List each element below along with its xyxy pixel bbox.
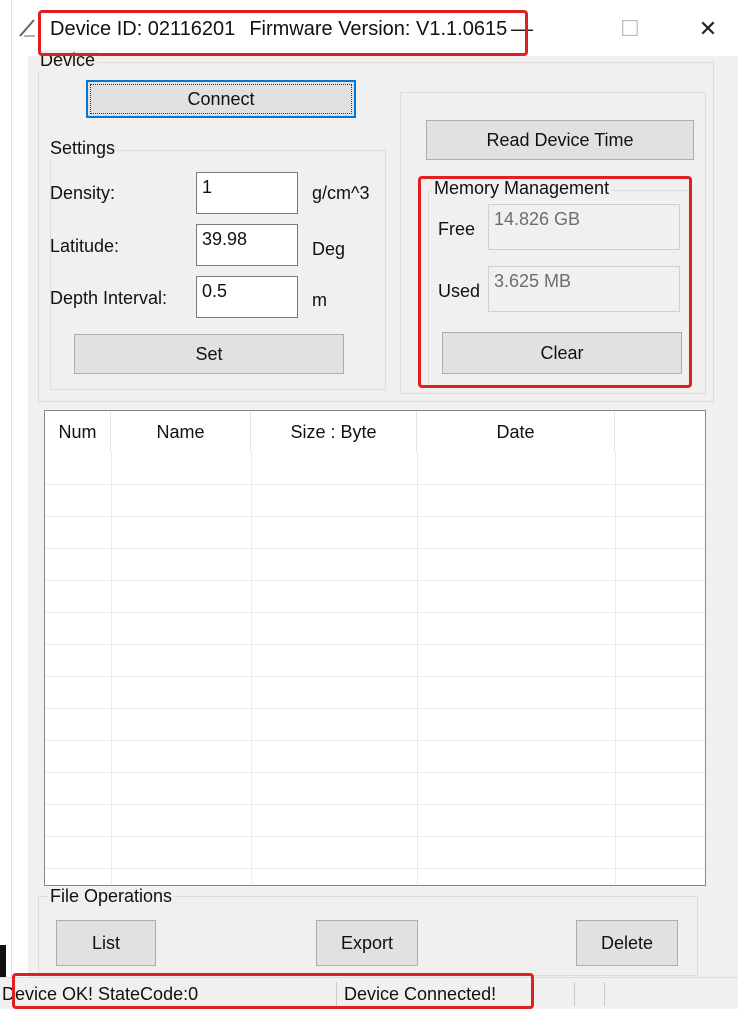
device-group-label: Device xyxy=(38,50,98,71)
table-row[interactable] xyxy=(45,613,705,645)
status-divider xyxy=(336,982,337,1006)
status-divider xyxy=(574,982,575,1006)
table-row[interactable] xyxy=(45,453,705,485)
read-device-time-button[interactable]: Read Device Time xyxy=(426,120,694,160)
density-input[interactable]: 1 xyxy=(196,172,298,214)
settings-group-label: Settings xyxy=(48,138,118,159)
depth-interval-label: Depth Interval: xyxy=(50,288,168,308)
status-divider xyxy=(604,982,605,1006)
export-button[interactable]: Export xyxy=(316,920,418,966)
file-list-header: Num Name Size : Byte Date xyxy=(45,411,705,453)
clear-memory-button[interactable]: Clear xyxy=(442,332,682,374)
latitude-label: Latitude: xyxy=(50,236,120,256)
free-space-field: 14.826 GB xyxy=(488,204,680,250)
file-operations-label: File Operations xyxy=(48,886,175,907)
memory-management-label: Memory Management xyxy=(432,178,612,199)
used-label: Used xyxy=(438,281,481,301)
table-row[interactable] xyxy=(45,709,705,741)
column-header-size[interactable]: Size : Byte xyxy=(251,411,417,453)
list-button[interactable]: List xyxy=(56,920,156,966)
status-bar: Device OK! StateCode:0 Device Connected! xyxy=(0,977,738,1009)
table-row[interactable] xyxy=(45,645,705,677)
column-header-name[interactable]: Name xyxy=(111,411,251,453)
title-device-id: Device ID: 02116201 xyxy=(50,18,236,40)
depth-interval-unit: m xyxy=(312,290,327,310)
connect-button[interactable]: Connect xyxy=(86,80,356,118)
file-list[interactable]: Num Name Size : Byte Date xyxy=(44,410,706,886)
minimize-button[interactable]: — xyxy=(502,14,542,44)
set-button[interactable]: Set xyxy=(74,334,344,374)
app-icon xyxy=(19,19,35,37)
background-window-edge xyxy=(0,0,12,1009)
depth-interval-input[interactable]: 0.5 xyxy=(196,276,298,318)
density-label: Density: xyxy=(50,183,116,203)
delete-button[interactable]: Delete xyxy=(576,920,678,966)
table-row[interactable] xyxy=(45,677,705,709)
status-state-code: Device OK! StateCode:0 xyxy=(2,984,199,1004)
free-label: Free xyxy=(438,219,476,239)
table-row[interactable] xyxy=(45,581,705,613)
used-space-field: 3.625 MB xyxy=(488,266,680,312)
maximize-button[interactable]: ☐ xyxy=(610,14,650,44)
table-row[interactable] xyxy=(45,741,705,773)
close-button[interactable]: ✕ xyxy=(688,14,728,44)
table-row[interactable] xyxy=(45,837,705,869)
status-connection: Device Connected! xyxy=(344,984,497,1004)
main-window-client: Device Connect Settings Density: 1 g/cm^… xyxy=(28,50,738,1001)
table-row[interactable] xyxy=(45,549,705,581)
window-title: Device ID: 02116201 Firmware Version: V1.… xyxy=(50,18,507,41)
title-bar[interactable]: Device ID: 02116201 Firmware Version: V1.… xyxy=(12,0,738,56)
column-header-num[interactable]: Num xyxy=(45,411,111,453)
table-row[interactable] xyxy=(45,517,705,549)
latitude-unit: Deg xyxy=(312,239,346,259)
latitude-input[interactable]: 39.98 xyxy=(196,224,298,266)
table-row[interactable] xyxy=(45,805,705,837)
density-unit: g/cm^3 xyxy=(312,183,370,203)
table-row[interactable] xyxy=(45,485,705,517)
column-header-date[interactable]: Date xyxy=(417,411,615,453)
title-firmware-version: Firmware Version: V1.1.0615 xyxy=(249,18,508,40)
table-row[interactable] xyxy=(45,773,705,805)
